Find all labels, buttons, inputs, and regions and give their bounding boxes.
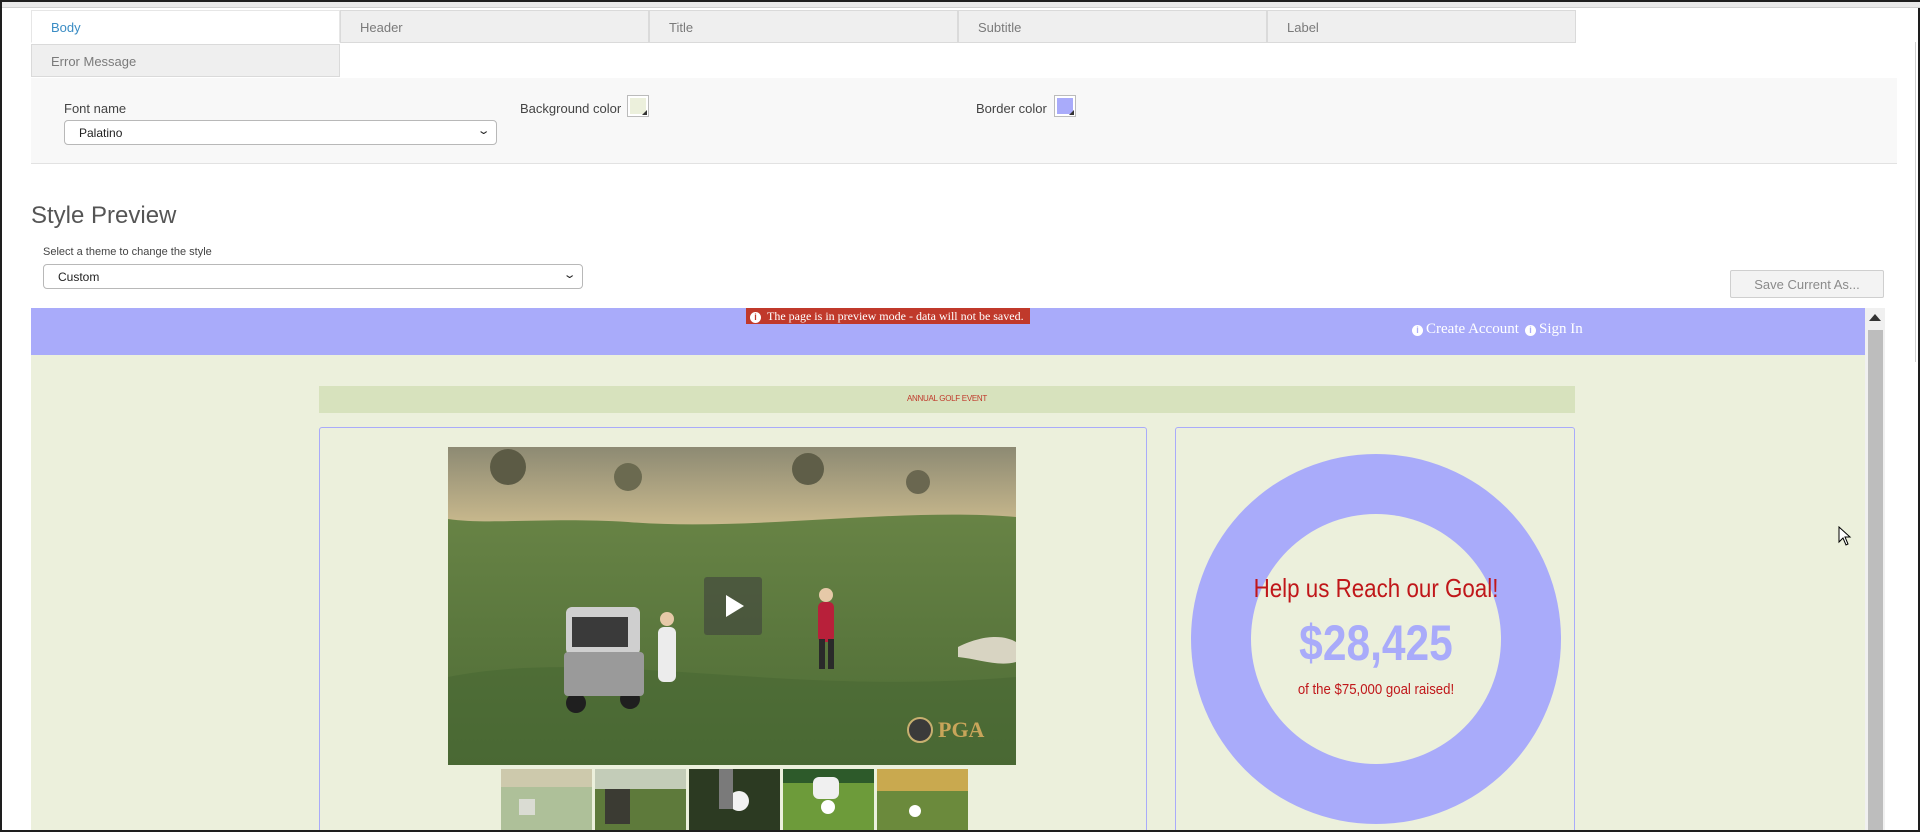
tab-label: Title (669, 20, 694, 35)
svg-text:PGA: PGA (938, 717, 985, 742)
chevron-down-icon: ⌄ (476, 125, 491, 137)
background-color-picker[interactable] (627, 95, 649, 117)
play-button[interactable] (704, 577, 762, 635)
save-current-as-button[interactable]: Save Current As... (1730, 270, 1884, 298)
goal-progress-ring: Help us Reach our Goal! $28,425 of the $… (1191, 454, 1561, 824)
preview-scrollbar[interactable] (1865, 308, 1885, 830)
font-name-select[interactable]: Palatino ⌄ (64, 120, 497, 145)
tab-label-text: Label (1287, 20, 1319, 35)
tab-title[interactable]: Title (649, 10, 958, 43)
tab-label[interactable]: Label (1267, 10, 1576, 43)
preview-mode-banner: i The page is in preview mode - data will… (746, 308, 1030, 324)
event-title-bar: ANNUAL GOLF EVENT (319, 386, 1575, 413)
font-name-label: Font name (64, 101, 127, 116)
scroll-up-icon[interactable] (1869, 314, 1881, 321)
play-icon (726, 595, 744, 617)
theme-select[interactable]: Custom ⌄ (43, 264, 583, 289)
border-color-picker[interactable] (1054, 95, 1076, 117)
font-name-value: Palatino (79, 126, 123, 140)
style-preview-heading: Style Preview (31, 202, 177, 229)
goal-subtitle: of the $75,000 goal raised! (1297, 681, 1455, 698)
tab-label: Body (51, 20, 81, 35)
goal-title: Help us Reach our Goal! (1253, 573, 1499, 603)
tab-error-message[interactable]: Error Message (31, 44, 340, 77)
video-player[interactable]: PGA (448, 447, 1016, 765)
sign-in-label: Sign In (1539, 321, 1583, 337)
info-icon: i (1525, 325, 1536, 336)
theme-select-label: Select a theme to change the style (43, 246, 212, 258)
goal-amount: $28,425 (1299, 615, 1453, 671)
page-scrollbar-track[interactable] (1915, 42, 1916, 362)
thumbnail-3[interactable] (689, 769, 780, 830)
preview-frame: i The page is in preview mode - data will… (31, 308, 1885, 830)
theme-select-value: Custom (58, 270, 100, 284)
info-icon: i (1412, 325, 1423, 336)
event-title: ANNUAL GOLF EVENT (907, 394, 987, 403)
info-icon: i (750, 312, 761, 323)
thumbnail-5[interactable] (877, 769, 968, 830)
thumbnail-1[interactable] (501, 769, 592, 830)
background-color-label: Background color (520, 101, 622, 116)
tab-body[interactable]: Body (31, 10, 340, 43)
create-account-link[interactable]: i Create Account (1412, 321, 1519, 338)
tab-label: Error Message (51, 54, 137, 69)
window-top-border (2, 2, 1920, 8)
body-style-settings: Font name Palatino ⌄ Background color Bo… (31, 78, 1897, 164)
border-color-label: Border color (976, 101, 1047, 116)
tab-subtitle[interactable]: Subtitle (958, 10, 1267, 43)
preview-mode-text: The page is in preview mode - data will … (767, 309, 1024, 323)
tab-label: Header (360, 20, 403, 35)
thumbnail-2[interactable] (595, 769, 686, 830)
thumbnail-strip (501, 769, 971, 830)
tab-label: Subtitle (978, 20, 1022, 35)
sign-in-link[interactable]: i Sign In (1525, 321, 1583, 338)
chevron-down-icon: ⌄ (562, 269, 577, 281)
thumbnail-4[interactable] (783, 769, 874, 830)
create-account-label: Create Account (1426, 321, 1519, 337)
scrollbar-thumb[interactable] (1868, 330, 1883, 830)
site-header: i The page is in preview mode - data will… (31, 308, 1865, 355)
tab-header[interactable]: Header (340, 10, 649, 43)
cursor-icon (1838, 525, 1852, 551)
